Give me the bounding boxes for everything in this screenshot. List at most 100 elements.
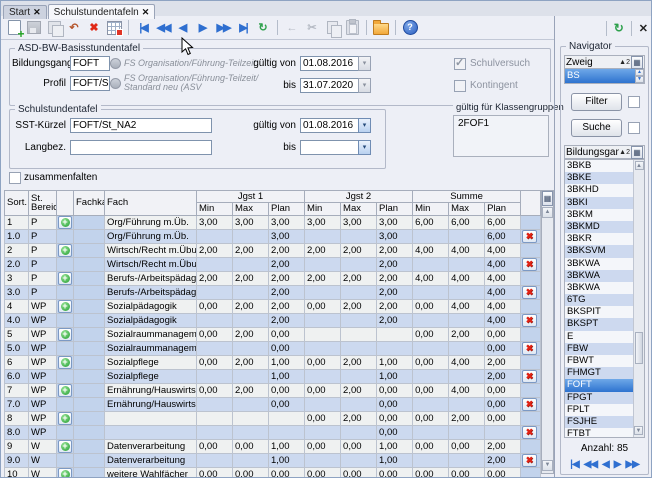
cell-value[interactable]: 3,00 [377,215,413,229]
cell-fach[interactable]: Datenverarbeitung [105,453,197,467]
cell-bereich[interactable]: P [29,285,57,299]
cell-fachkat[interactable] [74,257,105,271]
cell-value[interactable]: 3,00 [269,229,305,243]
cell-fachkat[interactable] [74,397,105,411]
panel-close-icon[interactable]: ✕ [639,22,648,35]
cell-value[interactable]: 0,00 [485,341,521,355]
cell-value[interactable]: 0,00 [485,383,521,397]
cell-value[interactable]: 2,00 [233,383,269,397]
cell-value[interactable]: 0,00 [341,439,377,453]
cell-bereich[interactable]: WP [29,299,57,313]
panel-refresh-icon[interactable]: ↻ [614,21,624,35]
cell-bereich[interactable]: WP [29,369,57,383]
cell-value[interactable]: 1,00 [269,355,305,369]
sst-bis-dropdown-icon[interactable] [358,140,371,155]
cell-value[interactable] [305,425,341,439]
cell-value[interactable] [377,327,413,341]
zweig-header[interactable]: Zweig ▲2 [564,55,645,69]
cell-value[interactable] [449,257,485,271]
cell-value[interactable]: 2,00 [341,411,377,425]
sst-gueltig-von-dropdown-icon[interactable] [358,118,371,133]
cell-value[interactable]: 0,00 [305,299,341,313]
list-item-3bkm[interactable]: 3BKM [565,209,633,221]
cell-value[interactable] [341,327,377,341]
cell-value[interactable] [341,313,377,327]
cell-fachkat[interactable] [74,229,105,243]
nav-next-button[interactable]: ▶ [614,459,621,470]
list-item-3bkhd[interactable]: 3BKHD [565,184,633,196]
cell-value[interactable]: 2,00 [377,285,413,299]
delete-row-button[interactable]: ✖ [522,286,537,299]
cell-bereich[interactable]: WP [29,411,57,425]
cell-fach[interactable]: Sozialraummanagement [105,341,197,355]
basis-bis-field[interactable]: 31.07.2020 [300,78,359,93]
cell-fach[interactable]: weitere Wahlfächer [105,467,197,478]
list-scroll-thumb[interactable] [635,332,643,364]
new-record-button[interactable] [5,19,23,37]
list-item-3bkwa[interactable]: 3BKWA [565,282,633,294]
cell-fach[interactable]: Berufs-/Arbeitspädag. [105,285,197,299]
cell-value[interactable] [233,411,269,425]
list-item-bkspt[interactable]: BKSPT [565,318,633,330]
cell-value[interactable]: 0,00 [485,327,521,341]
cell-fach[interactable]: Org/Führung m.Üb. [105,215,197,229]
cell-value[interactable]: 3,00 [233,215,269,229]
cell-value[interactable] [449,453,485,467]
cell-value[interactable] [413,285,449,299]
cell-value[interactable] [197,425,233,439]
cell-value[interactable]: 4,00 [449,271,485,285]
list-item-e[interactable]: E [565,331,633,343]
cell-value[interactable]: 3,00 [197,215,233,229]
cell-value[interactable] [413,397,449,411]
cell-value[interactable] [197,453,233,467]
cell-fach[interactable]: Sozialpflege [105,369,197,383]
cell-value[interactable]: 0,00 [413,327,449,341]
cell-value[interactable]: 3,00 [377,229,413,243]
cell-bereich[interactable]: WP [29,327,57,341]
delete-row-button[interactable]: ✖ [522,370,537,383]
cell-value[interactable]: 0,00 [377,383,413,397]
cell-value[interactable]: 0,00 [449,467,485,478]
cell-value[interactable]: 0,00 [413,383,449,397]
cell-value[interactable]: 0,00 [377,397,413,411]
cell-fachkat[interactable] [74,453,105,467]
cell-value[interactable]: 1,00 [377,355,413,369]
cell-value[interactable] [413,229,449,243]
cell-value[interactable]: 4,00 [413,271,449,285]
cell-value[interactable] [449,369,485,383]
cell-value[interactable]: 0,00 [269,327,305,341]
cell-fachkat[interactable] [74,299,105,313]
cell-bereich[interactable]: WP [29,355,57,369]
cell-value[interactable]: 6,00 [413,215,449,229]
cell-sort[interactable]: 4.0 [5,313,29,327]
cell-value[interactable]: 2,00 [269,299,305,313]
cell-fach[interactable]: Datenverarbeitung [105,439,197,453]
cell-value[interactable]: 2,00 [341,355,377,369]
list-scroll-down-icon[interactable]: ▼ [634,426,643,435]
cell-sort[interactable]: 4 [5,299,29,313]
cell-sort[interactable]: 3.0 [5,285,29,299]
cell-value[interactable] [341,369,377,383]
cell-value[interactable]: 2,00 [233,271,269,285]
sst-gueltig-von-field[interactable]: 01.08.2016 [300,118,359,133]
cell-value[interactable] [413,369,449,383]
cell-bereich[interactable]: P [29,229,57,243]
cell-fachkat[interactable] [74,369,105,383]
suche-button[interactable]: Suche [571,119,622,137]
cell-value[interactable] [233,229,269,243]
cell-fachkat[interactable] [74,439,105,453]
cell-value[interactable] [233,257,269,271]
cell-value[interactable]: 4,00 [449,243,485,257]
cell-fach[interactable]: Wirtsch/Recht m.Übungen [105,243,197,257]
cell-value[interactable] [305,397,341,411]
zweig-column-config-icon[interactable] [631,56,643,69]
cell-value[interactable]: 2,00 [269,257,305,271]
copy-record-button[interactable] [45,19,63,37]
list-item-fplt[interactable]: FPLT [565,404,633,416]
cell-value[interactable] [377,341,413,355]
cell-value[interactable] [197,257,233,271]
table-scroll-up-icon[interactable]: ▲ [542,207,553,218]
cell-fachkat[interactable] [74,313,105,327]
nav-first-button[interactable]: |◀ [570,459,579,470]
add-row-button[interactable]: + [58,272,72,285]
